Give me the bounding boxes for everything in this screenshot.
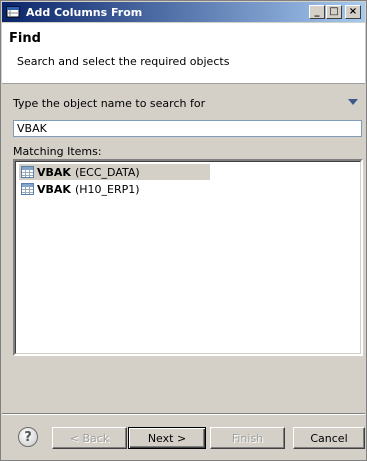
table-icon: [21, 166, 34, 178]
app-icon: [6, 6, 20, 18]
list-item[interactable]: VBAK (H10_ERP1): [19, 181, 210, 197]
add-columns-dialog: Add Columns From _ □ × Find Search and s…: [0, 0, 367, 461]
page-description: Search and select the required objects: [17, 55, 230, 68]
close-button[interactable]: ×: [345, 5, 361, 19]
window-controls: _ □ ×: [308, 5, 361, 19]
close-icon: ×: [348, 6, 358, 17]
maximize-icon: □: [329, 6, 339, 17]
help-button[interactable]: ?: [18, 427, 38, 447]
list-item[interactable]: VBAK (ECC_DATA): [19, 164, 210, 180]
matching-items-list[interactable]: VBAK (ECC_DATA) VBAK (H10_ERP1): [13, 159, 363, 356]
search-input[interactable]: [13, 120, 362, 137]
title-bar[interactable]: Add Columns From _ □ ×: [2, 2, 365, 22]
search-label: Type the object name to search for: [13, 97, 206, 110]
table-icon: [21, 183, 34, 195]
window-title: Add Columns From: [26, 5, 143, 19]
item-source: (ECC_DATA): [74, 165, 140, 179]
item-source: (H10_ERP1): [74, 182, 140, 196]
next-button[interactable]: Next >: [128, 427, 206, 449]
page-title: Find: [9, 31, 41, 46]
footer-separator: [2, 413, 365, 415]
maximize-button[interactable]: □: [326, 5, 342, 19]
back-button[interactable]: < Back: [52, 427, 127, 449]
minimize-button[interactable]: _: [309, 5, 325, 19]
minimize-icon: _: [314, 6, 320, 17]
wizard-header: Find Search and select the required obje…: [2, 23, 365, 84]
help-icon: ?: [24, 429, 32, 445]
cancel-button[interactable]: Cancel: [293, 427, 365, 449]
item-name: VBAK: [37, 165, 71, 179]
chevron-down-icon[interactable]: [348, 99, 358, 105]
item-name: VBAK: [37, 182, 71, 196]
matching-items-label: Matching Items:: [13, 145, 102, 158]
finish-button[interactable]: Finish: [210, 427, 285, 449]
